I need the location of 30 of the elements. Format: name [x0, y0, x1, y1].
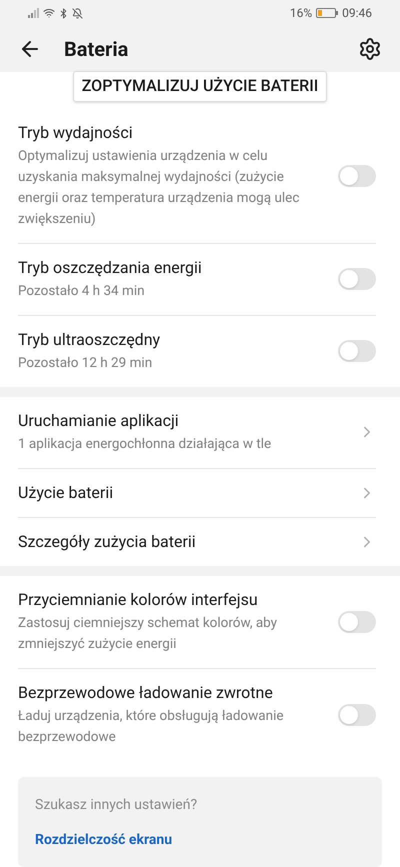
- setting-title: Użycie baterii: [18, 482, 114, 504]
- signal-icon: [28, 8, 40, 18]
- setting-description: Ładuj urządzenia, które obsługują ładowanie bezprzewodowe: [18, 706, 285, 747]
- muted-bell-icon: [72, 8, 83, 19]
- battery-icon: [316, 8, 338, 18]
- suggestion-question: Szukasz innych ustawień?: [35, 796, 198, 815]
- toggle-switch[interactable]: [338, 164, 376, 187]
- settings-button[interactable]: [358, 37, 382, 62]
- setting-title: Szczegóły zużycia baterii: [18, 530, 197, 553]
- setting-title: Tryb ultraoszczędny: [18, 328, 162, 351]
- toggle-switch[interactable]: [338, 340, 376, 362]
- screen-title: Bateria: [64, 36, 130, 64]
- setting-title: Uruchamianie aplikacji: [18, 410, 180, 432]
- setting-title: Tryb wydajności: [18, 122, 134, 144]
- toggle-switch[interactable]: [338, 704, 376, 726]
- setting-title: Tryb oszczędzania energii: [18, 256, 203, 279]
- setting-description: 1 aplikacja energochłonna działająca w tle: [18, 434, 272, 454]
- toggle-switch[interactable]: [338, 268, 376, 290]
- clock-time: 09:46: [342, 5, 372, 22]
- setting-description: Pozostało 4 h 34 min: [18, 282, 146, 301]
- setting-description: Pozostało 12 h 29 min: [18, 354, 154, 373]
- toggle-switch[interactable]: [338, 610, 376, 633]
- resolution-link[interactable]: Rozdzielczość ekranu: [35, 830, 172, 851]
- setting-title: Przyciemnianie kolorów interfejsu: [18, 588, 259, 611]
- setting-description: Optymalizuj ustawienia urządzenia w celu uzyskania maksymalnej wydajności (zużycie energii oraz temperatura urządzenia mogą ulec zwiększeniu): [18, 146, 300, 229]
- setting-title: Bezprzewodowe ładowanie zwrotne: [18, 682, 274, 704]
- battery-percent: 16%: [290, 5, 312, 22]
- optimize-button[interactable]: ZOPTYMALIZUJ UŻYCIE BATERII: [72, 70, 328, 102]
- setting-description: Zastosuj ciemniejszy schemat kolorów, aby zmniejszyć zużycie energii: [18, 614, 278, 654]
- bluetooth-icon: [58, 8, 69, 19]
